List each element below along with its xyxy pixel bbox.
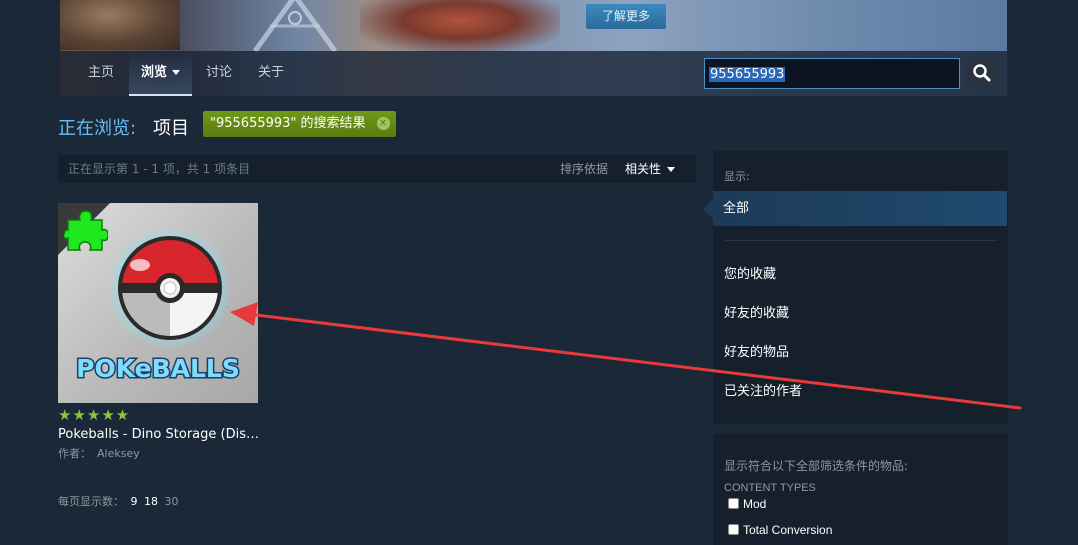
close-icon[interactable]: ✕ <box>376 117 390 130</box>
nav-browse[interactable]: 浏览 <box>129 51 193 96</box>
results-bar: 正在显示第 1 - 1 项，共 1 项条目 排序依据 相关性 <box>58 155 696 183</box>
community-header-banner: 了解更多 主页 浏览 讨论 关于 955655993 <box>60 0 1007 96</box>
ark-logo-art <box>252 0 338 53</box>
search-button[interactable] <box>964 58 1000 89</box>
sidebar-item-all-label: 全部 <box>723 201 750 216</box>
item-title-link[interactable]: Pokeballs - Dino Storage (Dis… <box>58 427 263 442</box>
nav-browse-label: 浏览 <box>141 65 168 80</box>
sidebar-item-your-favorites[interactable]: 您的收藏 <box>724 263 776 282</box>
filter-option-label: Mod <box>743 497 767 511</box>
results-count: 正在显示第 1 - 1 项，共 1 项条目 <box>68 162 251 176</box>
show-filter-panel: 显示: 全部 您的收藏 好友的收藏 好友的物品 已关注的作者 <box>703 151 1008 424</box>
banner-character-art <box>60 0 180 50</box>
checkbox-unchecked[interactable] <box>728 498 739 509</box>
sort-by-label: 排序依据 <box>560 162 609 176</box>
show-label: 显示: <box>724 170 750 183</box>
sidebar-item-friends-favorites[interactable]: 好友的收藏 <box>724 302 789 321</box>
search-filter-tag: "955655993" 的搜索结果 ✕ <box>203 111 396 137</box>
sidebar-item-followed-authors[interactable]: 已关注的作者 <box>724 380 802 399</box>
learn-more-button[interactable]: 了解更多 <box>586 4 666 29</box>
author-label: 作者： <box>58 447 91 460</box>
svg-text:POKeBALLS: POKeBALLS <box>76 354 240 383</box>
rating-stars: ★★★★★ <box>58 406 131 424</box>
nav-discussions[interactable]: 讨论 <box>206 51 232 96</box>
per-page-option-18[interactable]: 18 <box>144 495 158 508</box>
banner-dinosaur-art <box>360 0 560 52</box>
item-author: 作者： Aleksey <box>58 445 140 461</box>
content-filter-panel: 显示符合以下全部筛选条件的物品: CONTENT TYPES Mod Total… <box>713 434 1008 545</box>
browsing-label: 正在浏览: <box>58 118 137 139</box>
sort-by-dropdown[interactable]: 相关性 <box>625 155 676 183</box>
puzzle-piece-icon <box>64 210 108 251</box>
per-page-option-30[interactable]: 30 <box>165 495 179 508</box>
nav-home[interactable]: 主页 <box>88 51 114 96</box>
per-page-selector: 每页显示数： 9 18 30 <box>58 493 179 509</box>
filter-heading: 显示符合以下全部筛选条件的物品: <box>724 459 909 473</box>
chevron-down-icon <box>172 70 181 75</box>
community-nav-bar: 主页 浏览 讨论 关于 955655993 <box>60 51 1007 96</box>
search-filter-tag-text: "955655993" 的搜索结果 <box>210 116 366 131</box>
per-page-label: 每页显示数： <box>58 495 124 508</box>
chevron-down-icon <box>667 167 676 172</box>
sidebar-item-all[interactable]: 全部 <box>703 191 1007 226</box>
item-thumbnail[interactable]: POKeBALLS <box>58 203 258 403</box>
nav-about[interactable]: 关于 <box>258 51 284 96</box>
author-name-link[interactable]: Aleksey <box>97 447 140 460</box>
sidebar-item-friends-items[interactable]: 好友的物品 <box>724 341 789 360</box>
browsing-section: 项目 <box>153 118 189 139</box>
checkbox-unchecked[interactable] <box>728 524 739 535</box>
sidebar-divider <box>724 240 997 241</box>
sort-by-value: 相关性 <box>625 162 662 176</box>
search-icon <box>973 64 991 82</box>
search-input-selected-text: 955655993 <box>709 67 786 82</box>
filter-option-label: Total Conversion <box>743 523 833 537</box>
content-types-label: CONTENT TYPES <box>724 482 816 494</box>
per-page-option-9[interactable]: 9 <box>131 495 138 508</box>
